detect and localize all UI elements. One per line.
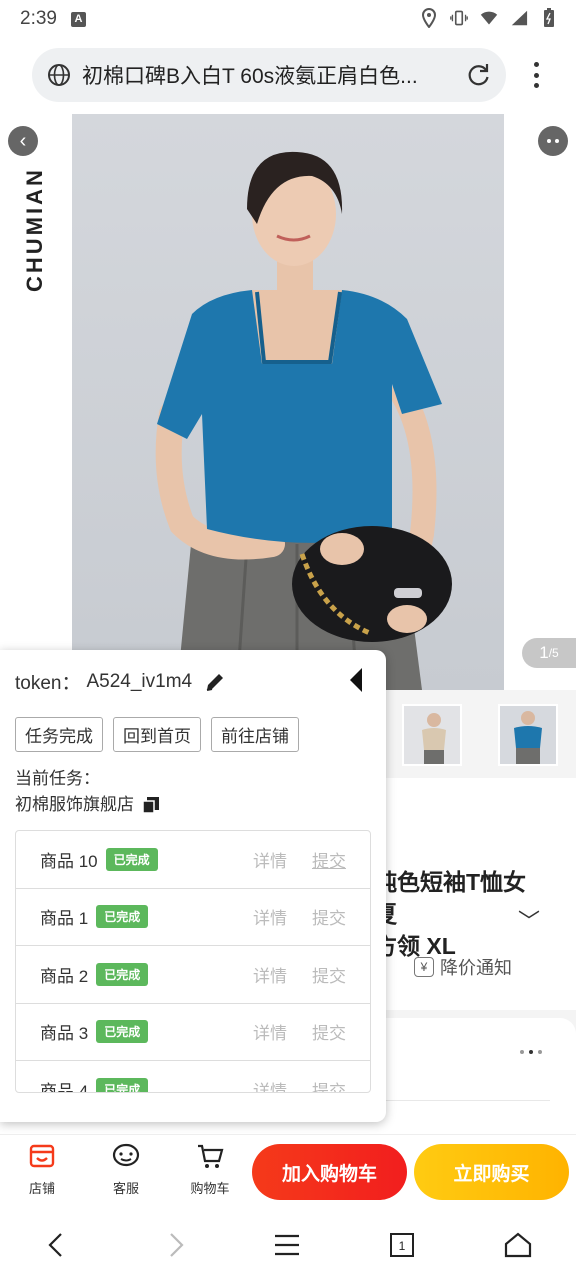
globe-icon <box>48 64 70 86</box>
task-item-row: 商品 4 已完成 详情 提交 <box>16 1061 370 1093</box>
product-photo <box>72 114 504 690</box>
hamburger-menu-icon[interactable] <box>272 1230 302 1260</box>
panel-buttons: 任务完成 回到首页 前往店铺 <box>15 717 299 752</box>
status-badge: 已完成 <box>96 1077 149 1092</box>
token-value: A524_iv1m4 <box>86 670 193 692</box>
task-item-list[interactable]: 商品 10 已完成 详情 提交 商品 1 已完成 详情 提交 商品 2 已完成 … <box>15 830 371 1093</box>
submit-link[interactable]: 提交 <box>312 847 346 872</box>
service-label: 客服 <box>112 1181 139 1196</box>
store-label: 店铺 <box>28 1181 55 1196</box>
details-link[interactable]: 详情 <box>253 1019 287 1044</box>
details-link[interactable]: 详情 <box>253 847 287 872</box>
browser-nav-bar: 1 <box>0 1208 576 1280</box>
thumbnail[interactable] <box>402 704 462 766</box>
location-icon <box>420 8 438 28</box>
submit-link[interactable]: 提交 <box>312 962 346 987</box>
image-page-indicator: 1/5 <box>522 638 576 668</box>
more-icon[interactable] <box>538 126 568 156</box>
go-store-button[interactable]: 前往店铺 <box>211 717 299 752</box>
status-time: 2:39 <box>20 8 57 29</box>
wifi-icon <box>480 8 498 28</box>
brand-logo: CHUMIAN <box>22 167 47 292</box>
status-badge: 已完成 <box>96 1020 149 1044</box>
page-total: /5 <box>548 646 559 660</box>
collapse-icon[interactable] <box>346 666 366 694</box>
cart-label: 购物车 <box>190 1181 230 1196</box>
thumbnail[interactable] <box>498 704 558 766</box>
divider <box>386 1100 550 1101</box>
cart-icon <box>198 1144 224 1168</box>
edit-icon[interactable] <box>204 671 226 693</box>
product-action-bar: 店铺 客服 购物车 加入购物车 立即购买 <box>0 1134 576 1208</box>
page-current: 1 <box>539 643 549 662</box>
product-title[interactable]: 纯色短袖T恤女 夏 方领 XL <box>374 866 534 962</box>
cart-tab[interactable]: 购物车 <box>180 1141 240 1197</box>
current-task-label: 当前任务： <box>15 769 100 788</box>
section-card <box>386 1010 576 1130</box>
task-item-row: 商品 3 已完成 详情 提交 <box>16 1004 370 1061</box>
task-item-row: 商品 1 已完成 详情 提交 <box>16 889 370 946</box>
price-alert-button[interactable]: ¥ 降价通知 <box>414 954 512 980</box>
back-icon[interactable]: ‹ <box>8 126 38 156</box>
svg-text:1: 1 <box>399 1239 406 1253</box>
submit-link[interactable]: 提交 <box>312 1077 346 1092</box>
status-badge: 已完成 <box>105 847 158 871</box>
battery-icon <box>540 8 558 28</box>
service-tab[interactable]: 客服 <box>96 1141 156 1197</box>
address-bar[interactable]: 初棉口碑B入白T 60s液氨正肩白色... <box>32 48 506 102</box>
status-icons <box>420 8 558 28</box>
chevron-down-icon[interactable]: ﹀ <box>518 904 540 936</box>
submit-link[interactable]: 提交 <box>312 904 346 929</box>
product-gallery[interactable]: CHUMIAN ‹ 1/5 <box>0 114 576 690</box>
product-info: 纯色短袖T恤女 夏 方领 XL ﹀ ¥ 降价通知 <box>374 780 576 1010</box>
tabs-icon[interactable]: 1 <box>387 1230 417 1260</box>
title-line-1: 纯色短袖T恤女 夏 <box>374 869 527 927</box>
accessibility-icon: A <box>70 11 86 27</box>
item-name: 商品 3 <box>40 1024 89 1044</box>
item-name: 商品 2 <box>40 966 89 986</box>
home-icon[interactable] <box>503 1230 533 1260</box>
task-panel: token： A524_iv1m4 任务完成 回到首页 前往店铺 当前任务： 初… <box>0 650 386 1122</box>
price-alert-label: 降价通知 <box>440 958 512 978</box>
task-item-row: 商品 10 已完成 详情 提交 <box>16 831 370 889</box>
token-row: token： A524_iv1m4 <box>15 668 226 695</box>
thumbnail-strip <box>386 690 576 778</box>
current-task: 当前任务： 初棉服饰旗舰店 <box>15 766 160 818</box>
item-name: 商品 1 <box>40 909 89 929</box>
store-tab[interactable]: 店铺 <box>12 1141 72 1197</box>
home-button[interactable]: 回到首页 <box>113 717 201 752</box>
task-item-row: 商品 2 已完成 详情 提交 <box>16 946 370 1004</box>
details-link[interactable]: 详情 <box>253 962 287 987</box>
more-dots-icon[interactable] <box>520 1050 542 1054</box>
price-tag-icon: ¥ <box>414 957 434 977</box>
status-badge: 已完成 <box>96 962 149 986</box>
submit-link[interactable]: 提交 <box>312 1019 346 1044</box>
item-name: 商品 10 <box>40 851 98 871</box>
details-link[interactable]: 详情 <box>253 904 287 929</box>
status-badge: 已完成 <box>96 905 149 929</box>
task-done-button[interactable]: 任务完成 <box>15 717 103 752</box>
vibrate-icon <box>450 8 468 28</box>
details-link[interactable]: 详情 <box>253 1077 287 1092</box>
status-bar: 2:39 A <box>0 0 576 38</box>
reload-icon[interactable] <box>464 61 492 89</box>
current-store-name: 初棉服饰旗舰店 <box>15 795 134 814</box>
browser-menu-icon[interactable] <box>524 58 548 92</box>
signal-icon <box>510 8 528 28</box>
url-text[interactable]: 初棉口碑B入白T 60s液氨正肩白色... <box>82 60 450 90</box>
token-label: token： <box>15 673 81 694</box>
add-to-cart-button[interactable]: 加入购物车 <box>252 1144 407 1200</box>
forward-arrow-icon[interactable] <box>160 1230 190 1260</box>
item-name: 商品 4 <box>40 1081 89 1093</box>
customer-service-icon <box>112 1143 140 1167</box>
store-icon <box>29 1144 55 1168</box>
back-arrow-icon[interactable] <box>42 1230 72 1260</box>
copy-icon[interactable] <box>142 796 160 814</box>
buy-now-button[interactable]: 立即购买 <box>414 1144 569 1200</box>
